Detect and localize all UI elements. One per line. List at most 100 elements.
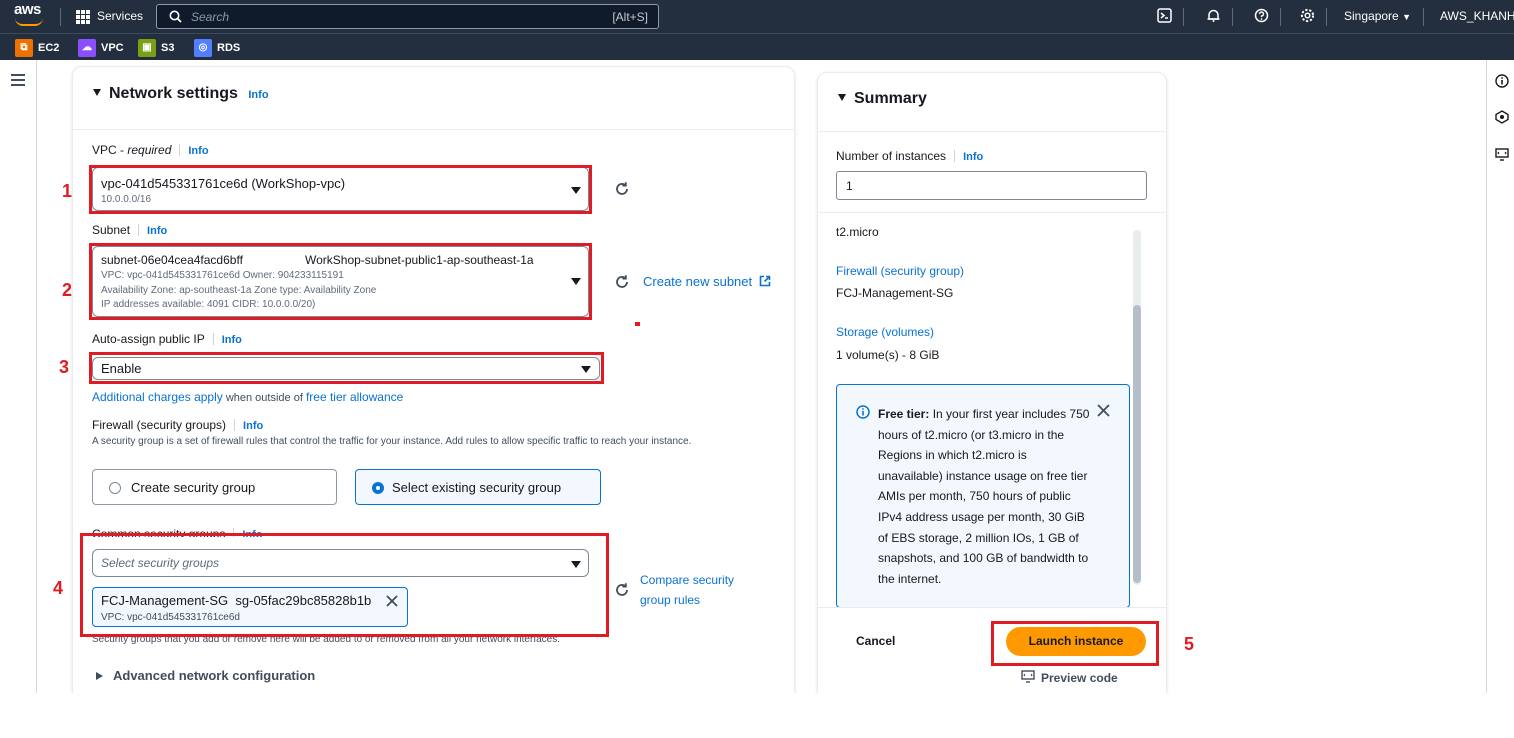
favorite-label: S3 xyxy=(161,42,175,54)
firewall-summary-link[interactable]: Firewall (security group) xyxy=(836,264,964,278)
select-existing-security-group-option[interactable]: Select existing security group xyxy=(355,469,601,505)
divider xyxy=(1232,8,1233,26)
services-grid-icon[interactable] xyxy=(76,10,90,24)
annotation-box-3 xyxy=(89,352,604,384)
charges-notice: Additional charges apply when outside of… xyxy=(92,390,404,404)
preview-code-icon xyxy=(1021,670,1035,683)
info-link[interactable]: Info xyxy=(243,420,263,432)
favorite-s3[interactable]: ▣ S3 xyxy=(138,39,174,57)
annotation-number-3: 3 xyxy=(59,357,70,377)
annotation-box-5 xyxy=(991,621,1159,666)
expand-caret-icon xyxy=(96,672,103,680)
annotation-number-2: 2 xyxy=(62,280,73,300)
info-link[interactable]: Info xyxy=(147,225,167,237)
annotation-number-4: 4 xyxy=(53,578,64,598)
subnet-label: Subnet Info xyxy=(92,223,168,237)
storage-summary-value: 1 volume(s) - 8 GiB xyxy=(836,348,940,362)
create-new-subnet-link[interactable]: Create new subnet xyxy=(643,274,771,289)
expand-caret-icon xyxy=(93,89,101,96)
preview-code-button[interactable]: Preview code xyxy=(1021,670,1118,685)
aws-logo[interactable]: aws xyxy=(14,1,43,26)
annotation-box-2 xyxy=(89,243,592,320)
favorite-label: RDS xyxy=(217,42,241,54)
bell-icon[interactable] xyxy=(1206,8,1221,26)
info-link[interactable]: Info xyxy=(248,89,268,101)
close-icon[interactable] xyxy=(1097,404,1110,417)
section-title: Network settings xyxy=(109,85,238,102)
expand-caret-icon xyxy=(838,94,846,101)
preview-code-label: Preview code xyxy=(1041,671,1118,685)
external-link-icon xyxy=(759,275,771,287)
services-menu-label[interactable]: Services xyxy=(97,9,143,23)
hamburger-menu-icon[interactable] xyxy=(11,74,25,86)
advanced-network-configuration-toggle[interactable]: Advanced network configuration xyxy=(96,668,315,683)
favorite-label: EC2 xyxy=(38,42,60,54)
network-settings-header[interactable]: Network settings Info xyxy=(93,85,269,103)
instances-value: 1 xyxy=(846,179,853,193)
info-circle-icon xyxy=(856,405,870,419)
panel-divider xyxy=(73,129,794,130)
annotation-number-5: 5 xyxy=(1184,634,1195,654)
auto-assign-ip-label: Auto-assign public IP Info xyxy=(92,332,242,346)
annotation-box-1 xyxy=(89,165,592,214)
advanced-label: Advanced network configuration xyxy=(113,668,316,683)
refresh-icon[interactable] xyxy=(614,582,630,598)
free-tier-message: Free tier: In your first year includes 7… xyxy=(878,407,1090,586)
s3-icon: ▣ xyxy=(138,39,156,57)
firewall-summary-value: FCJ-Management-SG xyxy=(836,286,954,300)
firewall-label: Firewall (security groups) Info xyxy=(92,418,264,432)
info-link[interactable]: Info xyxy=(963,151,983,163)
firewall-description: A security group is a set of firewall ru… xyxy=(92,436,692,447)
divider xyxy=(1423,8,1424,26)
tools-rail xyxy=(1486,60,1514,693)
storage-summary-link[interactable]: Storage (volumes) xyxy=(836,325,934,339)
top-navigation-bar: aws Services Search [Alt+S] Singapore ▼ … xyxy=(0,0,1514,33)
refresh-icon[interactable] xyxy=(614,181,630,197)
cancel-button[interactable]: Cancel xyxy=(856,634,895,648)
divider xyxy=(1183,8,1184,26)
favorite-rds[interactable]: ◎ RDS xyxy=(194,39,240,57)
favorites-bar: ⧉ EC2 ☁ VPC ▣ S3 ◎ RDS xyxy=(0,33,1514,60)
select-existing-sg-label: Select existing security group xyxy=(392,480,562,495)
search-icon xyxy=(169,10,182,23)
divider xyxy=(1326,8,1327,26)
summary-scrollbar-thumb[interactable] xyxy=(1133,305,1141,583)
create-subnet-label: Create new subnet xyxy=(643,274,753,289)
rds-icon: ◎ xyxy=(194,39,212,57)
additional-charges-link[interactable]: Additional charges apply xyxy=(92,390,223,404)
info-link[interactable]: Info xyxy=(188,145,208,157)
panel-divider xyxy=(818,131,1166,132)
instance-type-value: t2.micro xyxy=(836,225,879,239)
free-tier-alert: Free tier: In your first year includes 7… xyxy=(836,384,1130,608)
create-security-group-option[interactable]: Create security group xyxy=(92,469,337,505)
summary-title: Summary xyxy=(854,90,927,107)
panel-divider xyxy=(818,212,1166,213)
favorite-vpc[interactable]: ☁ VPC xyxy=(78,39,124,57)
help-icon[interactable] xyxy=(1254,8,1269,26)
search-input[interactable]: Search [Alt+S] xyxy=(156,4,659,29)
region-label: Singapore xyxy=(1344,9,1399,23)
divider xyxy=(60,8,61,26)
red-mark xyxy=(635,322,640,326)
radio-selected[interactable] xyxy=(372,482,384,494)
free-tier-link[interactable]: free tier allowance xyxy=(306,390,403,404)
region-selector[interactable]: Singapore ▼ xyxy=(1344,9,1411,23)
page-bottom-area xyxy=(0,693,1514,738)
gear-icon[interactable] xyxy=(1300,8,1315,26)
info-circle-icon[interactable] xyxy=(1495,74,1509,88)
instances-label: Number of instances Info xyxy=(836,149,984,163)
create-sg-label: Create security group xyxy=(131,480,256,495)
info-link[interactable]: Info xyxy=(222,334,242,346)
annotation-number-1: 1 xyxy=(62,181,73,201)
cloudshell-icon[interactable] xyxy=(1157,8,1172,26)
aws-logo-text: aws xyxy=(14,1,41,18)
radio-unselected[interactable] xyxy=(109,482,121,494)
account-menu[interactable]: AWS_KHANH xyxy=(1440,9,1514,23)
tips-icon[interactable] xyxy=(1495,110,1509,124)
refresh-icon[interactable] xyxy=(614,274,630,290)
compare-security-group-rules-link[interactable]: Compare security group rules xyxy=(640,570,750,610)
summary-header[interactable]: Summary xyxy=(838,90,927,108)
number-of-instances-input[interactable]: 1 xyxy=(836,171,1147,200)
preview-code-icon[interactable] xyxy=(1495,148,1509,162)
favorite-ec2[interactable]: ⧉ EC2 xyxy=(15,39,59,57)
